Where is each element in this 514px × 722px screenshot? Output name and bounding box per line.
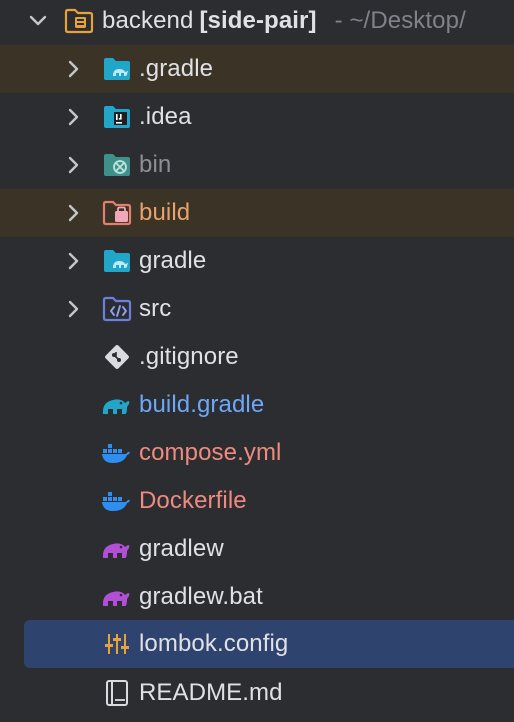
file-label: gradlew — [139, 535, 224, 562]
folder-label: .gradle — [139, 55, 214, 82]
file-label: gradlew.bat — [139, 583, 263, 610]
project-path: - ~/Desktop/ — [334, 7, 466, 34]
git-ignore-icon — [102, 342, 132, 372]
tree-folder-build[interactable]: build — [0, 189, 514, 237]
file-label: README.md — [139, 679, 283, 706]
chevron-right-icon[interactable] — [62, 58, 84, 80]
folder-label: build — [139, 199, 191, 226]
tree-file-lombok-config[interactable]: lombok.config — [24, 620, 514, 668]
folder-gradle-icon — [102, 54, 132, 84]
gradle-wrapper-icon — [101, 582, 131, 612]
project-name: backend — [102, 7, 194, 34]
tree-file-gradlew[interactable]: gradlew — [0, 525, 514, 573]
file-label: Dockerfile — [139, 487, 247, 514]
docker-whale-icon — [101, 486, 131, 516]
folder-gradle-icon — [102, 246, 132, 276]
tree-folder-dot-gradle[interactable]: .gradle — [0, 45, 514, 93]
project-module-name: [side-pair] — [199, 7, 317, 34]
docker-whale-icon — [101, 438, 131, 468]
tree-file-gradlew-bat[interactable]: gradlew.bat — [0, 573, 514, 621]
file-label: .gitignore — [139, 343, 239, 370]
folder-label: bin — [139, 151, 172, 178]
tree-file-compose-yml[interactable]: compose.yml — [0, 429, 514, 477]
project-tree: backend[side-pair] - ~/Desktop/ .gradle — [0, 0, 514, 722]
file-label: compose.yml — [139, 439, 282, 466]
tree-file-build-gradle[interactable]: build.gradle — [0, 381, 514, 429]
file-label: build.gradle — [139, 391, 265, 418]
chevron-right-icon[interactable] — [62, 154, 84, 176]
chevron-right-icon[interactable] — [62, 202, 84, 224]
chevron-right-icon[interactable] — [62, 298, 84, 320]
config-sliders-icon — [102, 629, 132, 659]
folder-label: gradle — [139, 247, 207, 274]
folder-label: .idea — [139, 103, 192, 130]
tree-folder-src[interactable]: src — [0, 285, 514, 333]
module-folder-icon — [64, 6, 94, 36]
tree-file-dockerfile[interactable]: Dockerfile — [0, 477, 514, 525]
chevron-down-icon[interactable] — [27, 10, 49, 32]
readme-book-icon — [102, 678, 132, 708]
folder-idea-icon — [102, 102, 132, 132]
project-root-label: backend [side-pair] - ~/Desktop/ — [102, 6, 466, 36]
folder-source-icon — [102, 294, 132, 324]
file-label: lombok.config — [139, 630, 289, 657]
tree-folder-bin[interactable]: bin — [0, 141, 514, 189]
tree-folder-dot-idea[interactable]: .idea — [0, 93, 514, 141]
tree-root-backend[interactable]: backend [side-pair] - ~/Desktop/ — [0, 0, 514, 45]
chevron-right-icon[interactable] — [62, 106, 84, 128]
folder-label: src — [139, 295, 172, 322]
gradle-wrapper-icon — [101, 534, 131, 564]
tree-folder-gradle[interactable]: gradle — [0, 237, 514, 285]
tree-file-gitignore[interactable]: .gitignore — [0, 333, 514, 381]
folder-excluded-icon — [102, 150, 132, 180]
gradle-elephant-icon — [101, 390, 131, 420]
chevron-right-icon[interactable] — [62, 250, 84, 272]
folder-build-output-icon — [102, 198, 132, 228]
tree-file-readme-md[interactable]: README.md — [0, 669, 514, 717]
